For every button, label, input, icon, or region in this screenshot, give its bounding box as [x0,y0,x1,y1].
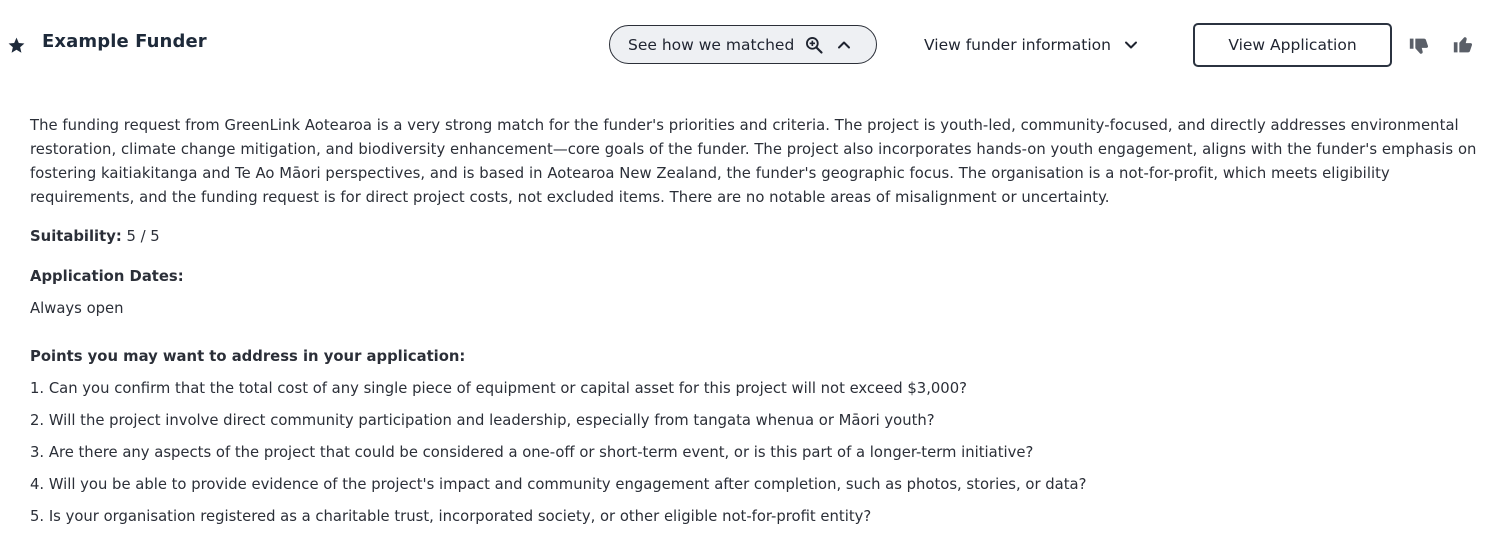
suitability-value: 5 / 5 [126,228,160,245]
star-icon[interactable] [7,36,26,55]
point-item: 5. Is your organisation registered as a … [30,508,872,525]
view-funder-information-toggle[interactable]: View funder information [924,33,1139,57]
match-details: The funding request from GreenLink Aotea… [30,114,1485,525]
thumbs-down-icon[interactable] [1408,35,1430,57]
zoom-in-icon [806,36,823,54]
point-item: 4. Will you be able to provide evidence … [30,476,1087,493]
point-item: 1. Can you confirm that the total cost o… [30,380,967,397]
application-dates-value: Always open [30,300,124,317]
funder-name: Example Funder [42,31,207,52]
match-summary: The funding request from GreenLink Aotea… [30,117,1477,206]
suitability-row: Suitability: 5 / 5 [30,228,160,245]
see-how-we-matched-button[interactable]: See how we matched [609,25,877,64]
see-how-we-matched-label: See how we matched [628,35,795,54]
chevron-down-icon [1124,41,1137,49]
point-item: 3. Are there any aspects of the project … [30,444,1034,461]
chevron-up-icon [838,41,851,48]
point-item: 2. Will the project involve direct commu… [30,412,935,429]
thumbs-up-icon[interactable] [1452,34,1474,56]
view-application-button[interactable]: View Application [1193,23,1392,67]
funder-card-header: Example Funder See how we matched View f… [0,0,1496,90]
view-funder-information-label: View funder information [924,36,1111,54]
points-heading: Points you may want to address in your a… [30,348,466,365]
suitability-label: Suitability: [30,228,122,245]
application-dates-heading: Application Dates: [30,268,184,285]
